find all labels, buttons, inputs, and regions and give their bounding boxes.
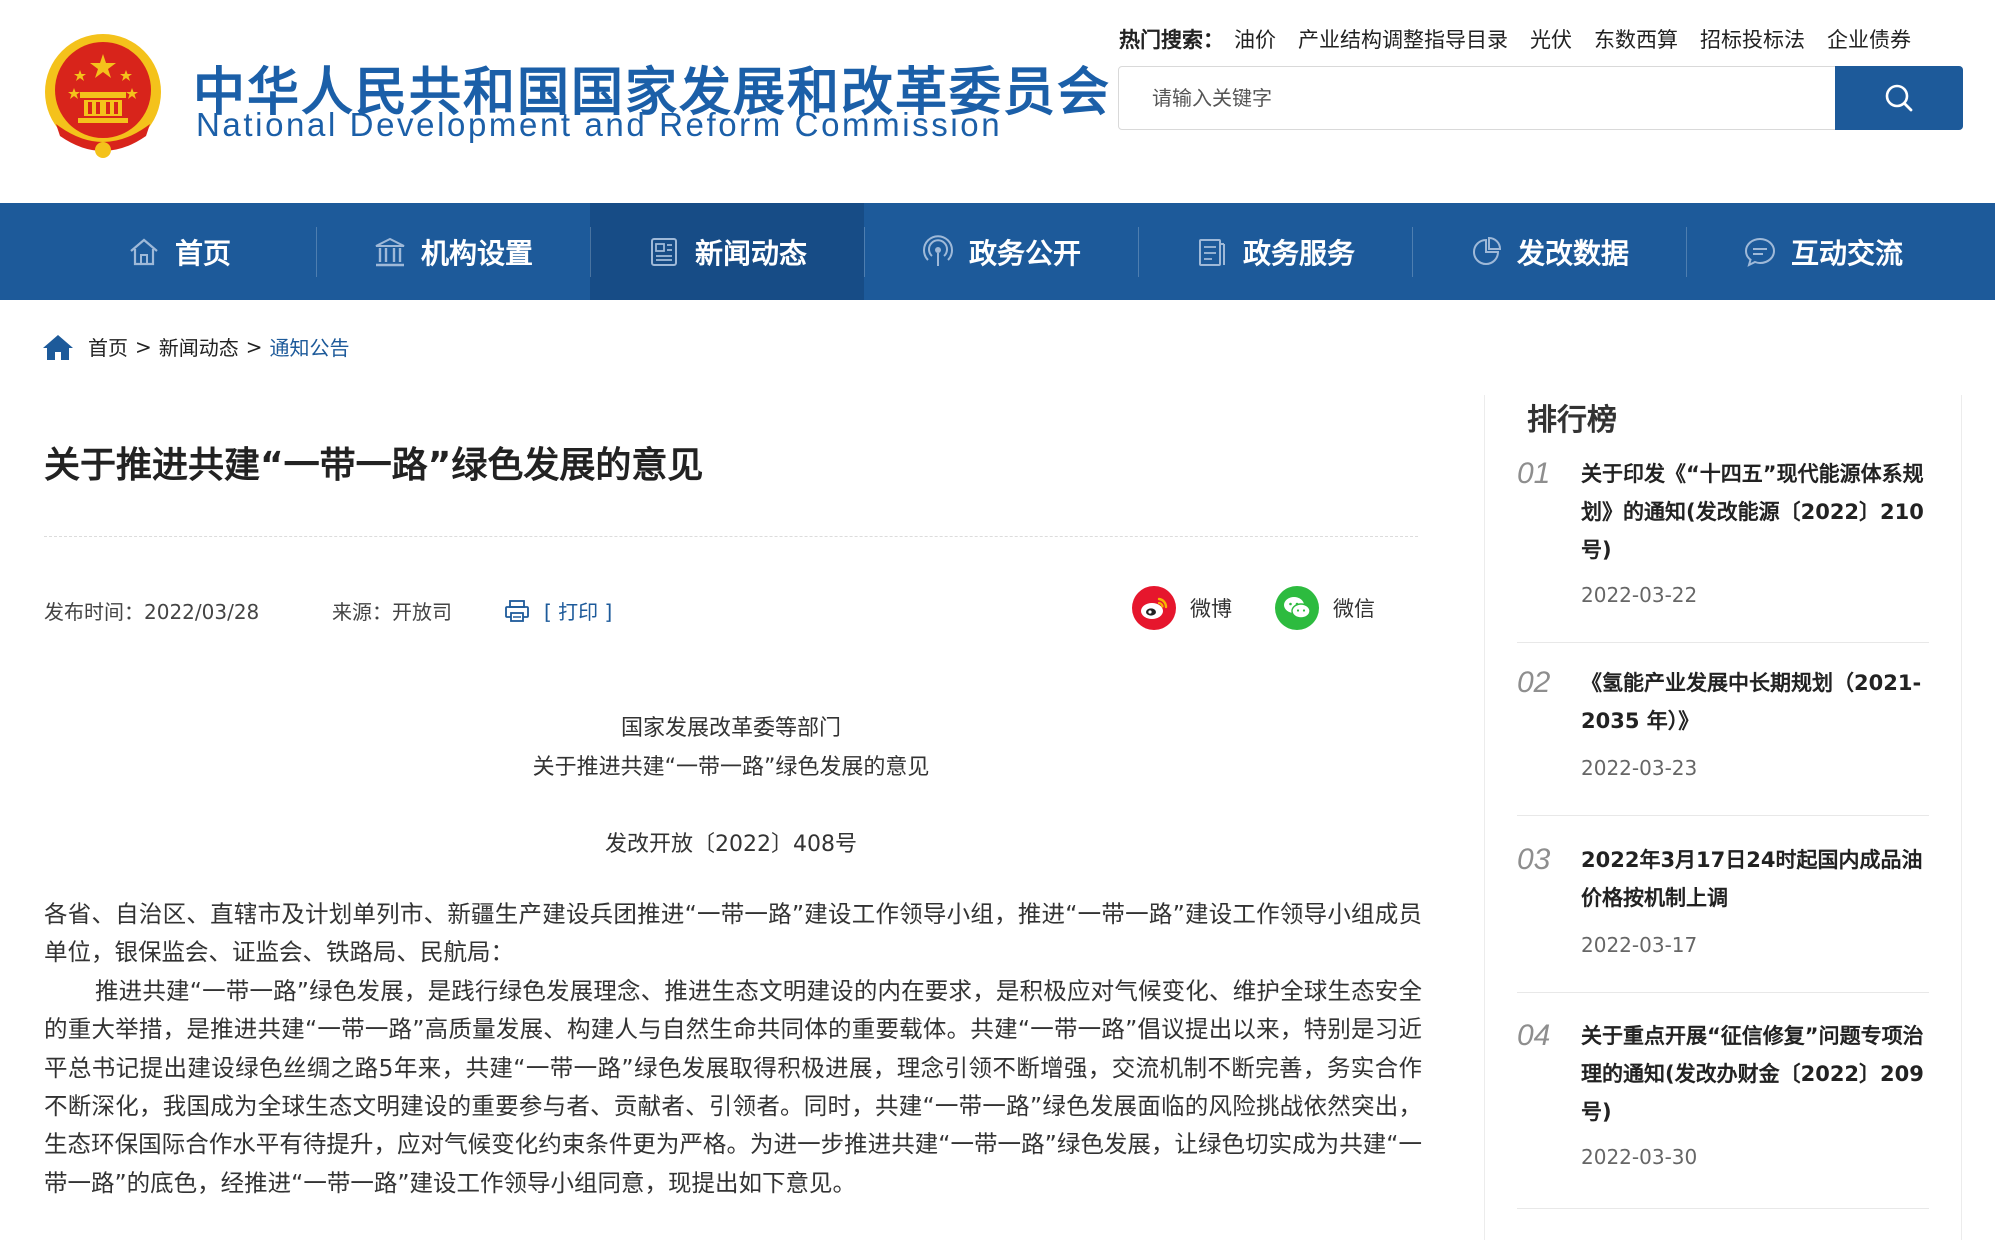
- rank-number: 01: [1517, 457, 1551, 490]
- article-body: 各省、自治区、直辖市及计划单列市、新疆生产建设兵团推进“一带一路”建设工作领导小…: [44, 895, 1422, 1202]
- rank-title: 关于印发《“十四五”现代能源体系规划》的通知(发改能源〔2022〕210号): [1581, 462, 1924, 562]
- nav-label: 互动交流: [1790, 236, 1903, 270]
- rank-date: 2022-03-22: [1581, 583, 1698, 607]
- hot-search-link[interactable]: 光伏: [1530, 24, 1572, 54]
- service-icon: [1198, 238, 1225, 266]
- hot-search-link[interactable]: 企业债券: [1827, 24, 1911, 54]
- national-emblem-logo[interactable]: [42, 32, 164, 162]
- breadcrumb: 首页 > 新闻动态 > 通知公告: [42, 332, 350, 361]
- nav-label: 发改数据: [1516, 236, 1629, 270]
- data-chart-icon: [1473, 236, 1501, 265]
- search-box: [1118, 66, 1963, 130]
- rank-date: 2022-03-30: [1581, 1145, 1698, 1169]
- title-divider: [44, 536, 1418, 537]
- ranking-item[interactable]: 02 《氢能产业发展中长期规划（2021-2035 年）》 2022-03-23: [1517, 664, 1929, 816]
- hot-search-bar: 热门搜索： 油价 产业结构调整指导目录 光伏 东数西算 招标投标法 企业债券: [1119, 24, 1911, 54]
- search-button[interactable]: [1835, 66, 1963, 130]
- institution-icon: [375, 237, 405, 266]
- doc-title: 关于推进共建“一带一路”绿色发展的意见: [532, 755, 930, 780]
- hot-search-link[interactable]: 招标投标法: [1700, 24, 1805, 54]
- rank-date: 2022-03-23: [1581, 756, 1698, 780]
- nav-label: 政务公开: [968, 236, 1081, 270]
- rank-date: 2022-03-17: [1581, 933, 1698, 957]
- nav-label: 新闻动态: [694, 236, 807, 270]
- broadcast-icon: [923, 234, 953, 266]
- ranking-item[interactable]: 04 关于重点开展“征信修复”问题专项治理的通知(发改办财金〔2022〕209号…: [1517, 1017, 1929, 1209]
- nav-item-news[interactable]: 新闻动态: [590, 203, 864, 300]
- article-paragraph: 推进共建“一带一路”绿色发展，是践行绿色发展理念、推进生态文明建设的内在要求，是…: [44, 976, 1422, 1197]
- nav-item-data[interactable]: 发改数据: [1412, 203, 1686, 300]
- news-icon: [650, 237, 677, 266]
- hot-search-link[interactable]: 东数西算: [1594, 24, 1678, 54]
- breadcrumb-current[interactable]: 通知公告: [270, 332, 350, 361]
- printer-icon: [505, 599, 529, 622]
- rank-title: 2022年3月17日24时起国内成品油价格按机制上调: [1581, 848, 1923, 910]
- home-icon[interactable]: [42, 333, 74, 361]
- site-title-english: National Development and Reform Commissi…: [196, 106, 1003, 143]
- chat-icon: [1744, 237, 1775, 267]
- doc-issuer: 国家发展改革委等部门: [620, 716, 841, 741]
- article-paragraph: 各省、自治区、直辖市及计划单列市、新疆生产建设兵团推进“一带一路”建设工作领导小…: [44, 900, 1422, 967]
- ranking-sidebar: 排行榜 01 关于印发《“十四五”现代能源体系规划》的通知(发改能源〔2022〕…: [1484, 395, 1962, 1240]
- nav-label: 机构设置: [420, 236, 533, 270]
- source-info: 来源：开放司: [332, 596, 504, 625]
- share-wechat-label: 微信: [1333, 597, 1375, 621]
- print-button[interactable]: [ 打印 ]: [504, 596, 612, 625]
- nav-item-services[interactable]: 政务服务: [1138, 203, 1412, 300]
- publish-info: 发布时间：2022/03/28: [44, 596, 332, 625]
- nav-item-interaction[interactable]: 互动交流: [1686, 203, 1960, 300]
- search-icon: [1885, 84, 1913, 112]
- share-weibo-button[interactable]: 微博: [1132, 586, 1232, 630]
- rank-number: 02: [1517, 666, 1551, 699]
- nav-item-government-affairs[interactable]: 政务公开: [864, 203, 1138, 300]
- publish-date: 2022/03/28: [144, 600, 260, 624]
- rank-title: 《氢能产业发展中长期规划（2021-2035 年）》: [1581, 671, 1922, 733]
- nav-label: 首页: [174, 236, 231, 270]
- hot-search-label: 热门搜索：: [1119, 28, 1224, 52]
- share-weibo-label: 微博: [1190, 597, 1232, 621]
- main-nav: 首页 机构设置 新闻动态 政务公开 政务服务 发改数据 互动交流: [0, 203, 1995, 300]
- wechat-icon: [1275, 586, 1319, 630]
- search-input[interactable]: [1119, 67, 1835, 129]
- breadcrumb-separator: >: [135, 334, 152, 359]
- article-meta: 发布时间：2022/03/28 来源：开放司 [ 打印 ]: [44, 596, 612, 625]
- publish-label: 发布时间：: [44, 600, 144, 624]
- weibo-icon: [1132, 586, 1176, 630]
- breadcrumb-separator: >: [245, 334, 263, 359]
- share-wechat-button[interactable]: 微信: [1275, 586, 1375, 630]
- ranking-item[interactable]: 01 关于印发《“十四五”现代能源体系规划》的通知(发改能源〔2022〕210号…: [1517, 455, 1929, 643]
- home-icon: [130, 238, 158, 265]
- doc-number: 发改开放〔2022〕408号: [605, 832, 857, 857]
- site-header: 中华人民共和国国家发展和改革委员会 National Development a…: [0, 0, 1995, 203]
- print-label: [ 打印 ]: [544, 600, 613, 624]
- breadcrumb-home[interactable]: 首页: [88, 332, 128, 361]
- rank-number: 03: [1517, 843, 1551, 876]
- sidebar-title: 排行榜: [1527, 403, 1617, 438]
- article-title: 关于推进共建“一带一路”绿色发展的意见: [44, 445, 704, 486]
- source-label: 来源：: [332, 600, 392, 624]
- breadcrumb-news[interactable]: 新闻动态: [159, 332, 239, 361]
- rank-title: 关于重点开展“征信修复”问题专项治理的通知(发改办财金〔2022〕209号): [1581, 1024, 1924, 1124]
- ranking-item[interactable]: 03 2022年3月17日24时起国内成品油价格按机制上调 2022-03-17: [1517, 841, 1929, 993]
- nav-label: 政务服务: [1242, 236, 1355, 270]
- nav-item-home[interactable]: 首页: [42, 203, 316, 300]
- hot-search-link[interactable]: 油价: [1234, 24, 1276, 54]
- nav-item-institution[interactable]: 机构设置: [316, 203, 590, 300]
- source-value: 开放司: [392, 600, 452, 624]
- rank-number: 04: [1517, 1019, 1551, 1052]
- hot-search-link[interactable]: 产业结构调整指导目录: [1298, 24, 1508, 54]
